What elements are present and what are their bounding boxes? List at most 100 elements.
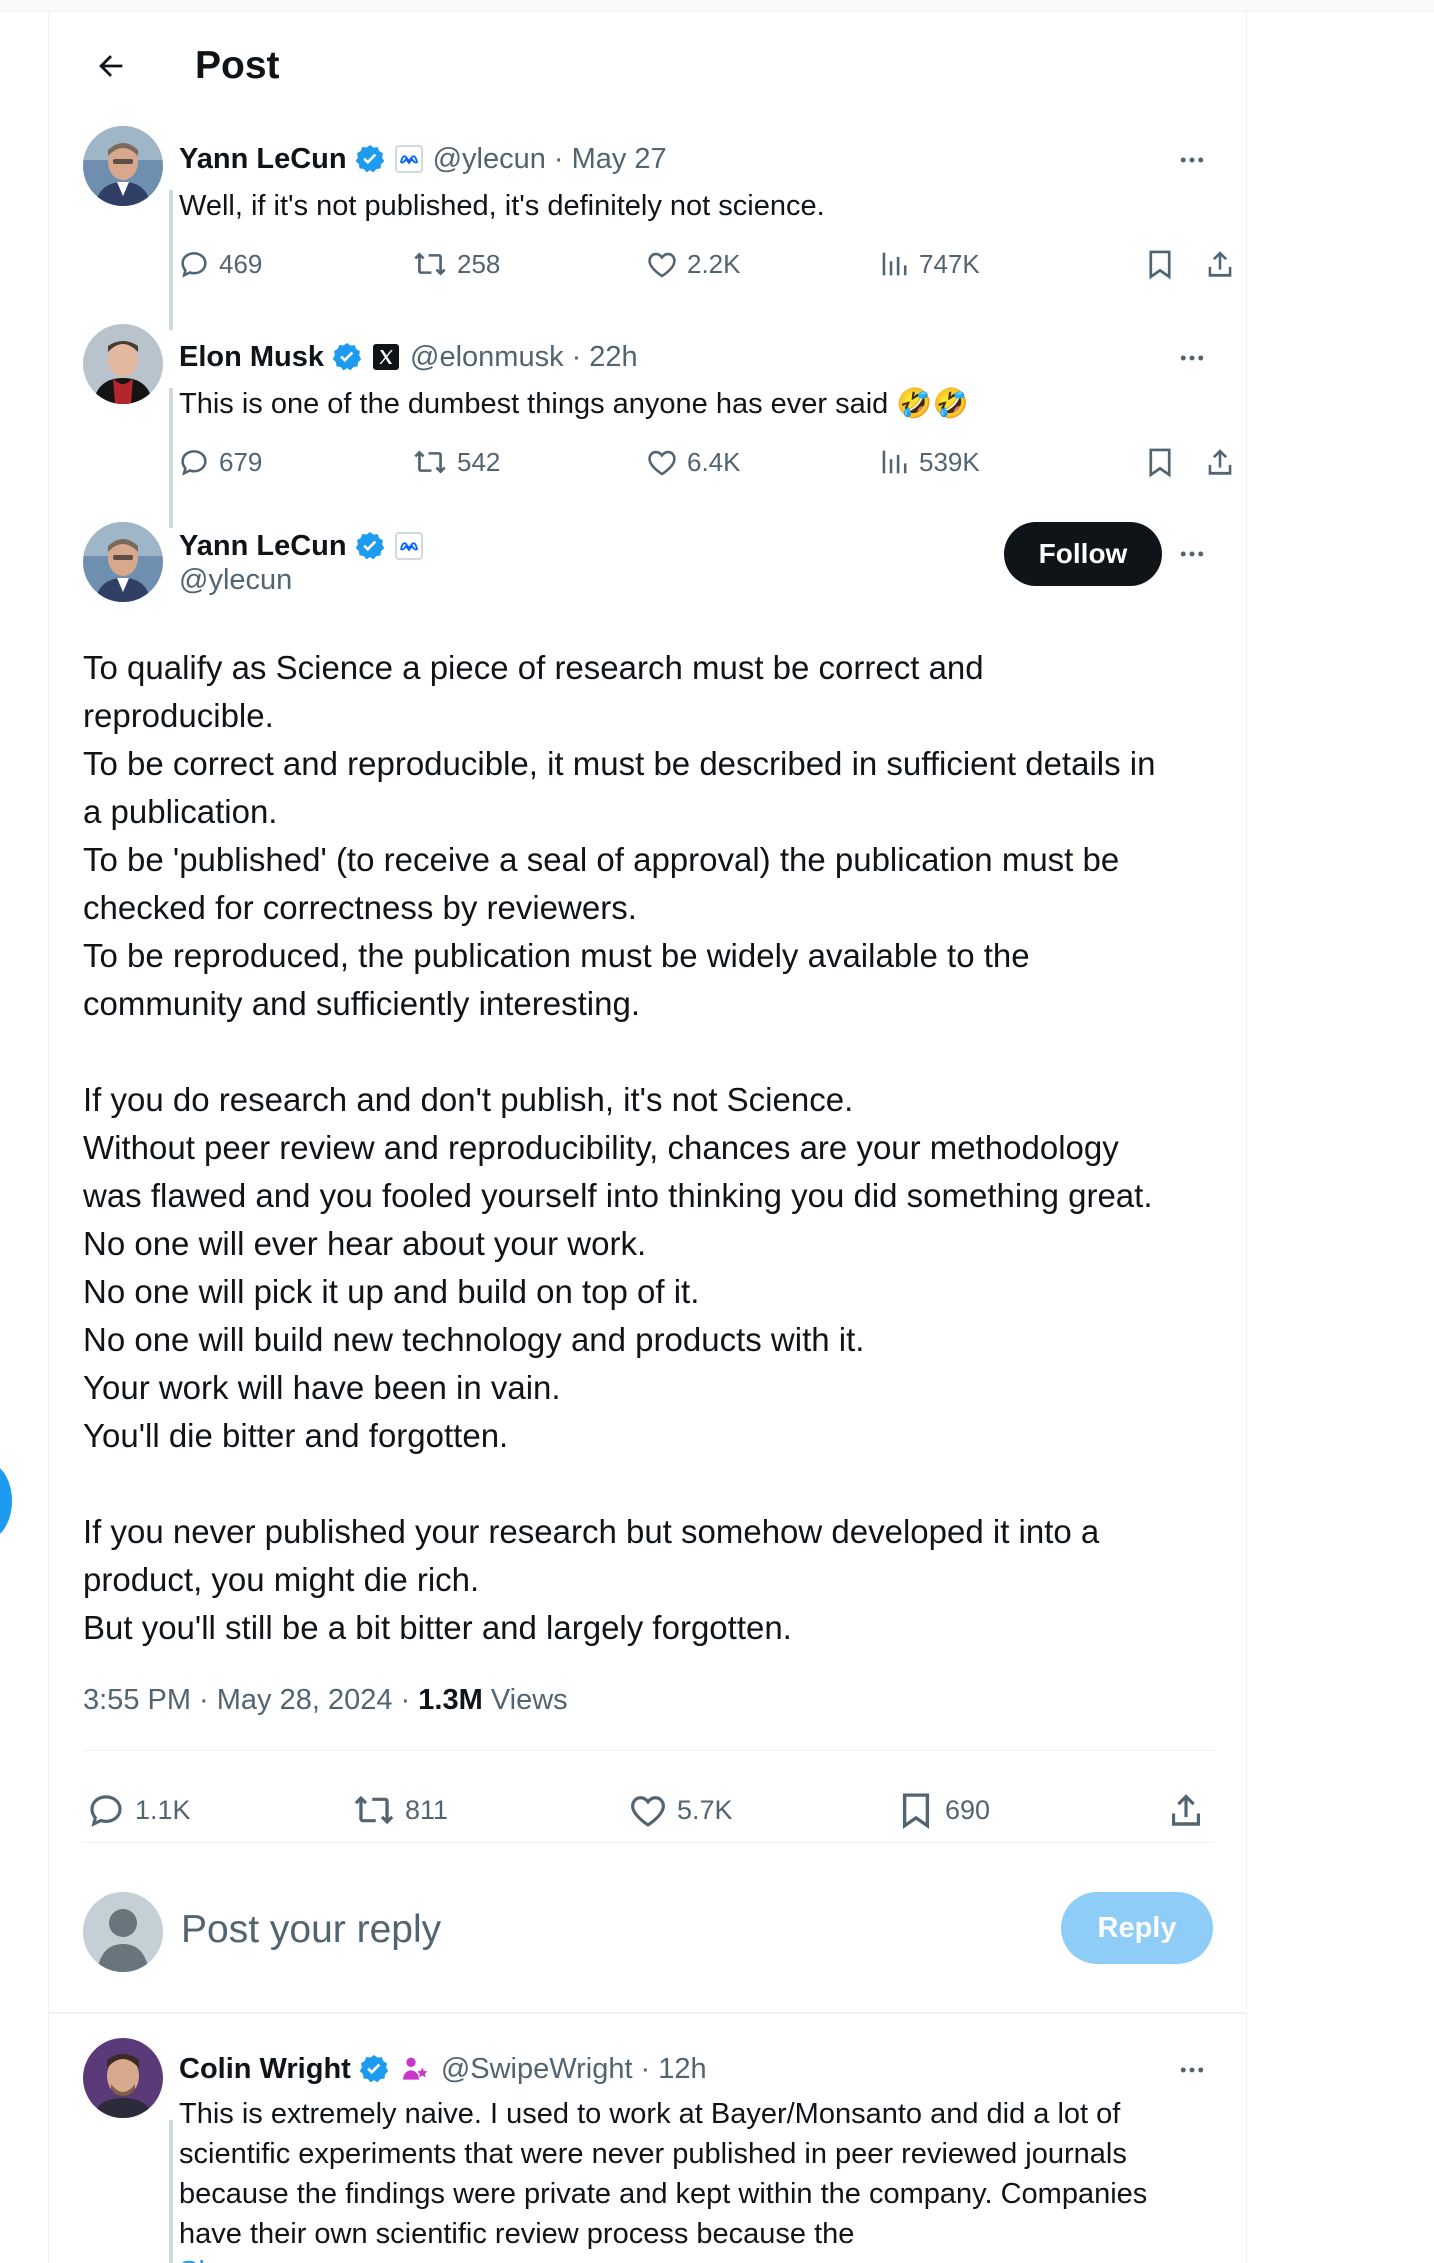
post-timestamp[interactable]: 3:55 PM · May 28, 2024 ·	[83, 1684, 418, 1716]
reply-icon	[177, 247, 211, 281]
share-button[interactable]	[1203, 440, 1237, 484]
repost-button[interactable]: 258	[411, 242, 500, 286]
floating-action-button[interactable]	[0, 1462, 12, 1540]
bookmark-button[interactable]	[1143, 440, 1177, 484]
x-logo-icon[interactable]	[372, 343, 400, 371]
reply-icon	[85, 1789, 127, 1831]
reply-icon	[177, 445, 211, 479]
reply-button[interactable]: 469	[177, 242, 262, 286]
like-count: 6.4K	[687, 446, 741, 477]
views-icon	[877, 247, 911, 281]
reply-button[interactable]: 1.1K	[85, 1782, 191, 1838]
bookmark-icon	[1143, 247, 1177, 281]
thread-connector	[169, 190, 173, 330]
post-line: Without peer review and reproducibility,…	[83, 1129, 1119, 1166]
action-bar: 469 258 2.2K 747K	[177, 242, 1265, 286]
share-button[interactable]	[1203, 242, 1237, 286]
like-button[interactable]: 6.4K	[645, 440, 741, 484]
views-count: 747K	[919, 248, 980, 279]
post-time[interactable]: · 22h	[572, 341, 638, 374]
verified-badge-icon	[331, 341, 363, 373]
repost-button[interactable]: 542	[411, 440, 500, 484]
author-row: Yann LeCun	[179, 526, 423, 566]
post-time[interactable]: · May 27	[554, 143, 667, 176]
like-button[interactable]: 5.7K	[627, 1782, 733, 1838]
like-icon	[645, 445, 679, 479]
bookmark-button[interactable]: 690	[895, 1782, 990, 1838]
repost-count: 811	[405, 1794, 449, 1825]
share-button[interactable]	[1165, 1782, 1207, 1838]
more-button[interactable]	[1170, 138, 1214, 182]
avatar[interactable]	[83, 126, 163, 206]
more-icon	[1180, 551, 1204, 557]
post-line: reproducible.	[83, 697, 274, 734]
post-line: Your work will have been in vain.	[83, 1369, 561, 1406]
post-line: You'll die bitter and forgotten.	[83, 1417, 509, 1454]
reply-line: scientific experiments that were never p…	[179, 2138, 1127, 2170]
post-line: To be 'published' (to receive a seal of …	[83, 841, 1120, 878]
author-name[interactable]: Elon Musk	[179, 341, 324, 374]
avatar[interactable]	[83, 2038, 163, 2118]
action-bar: 679 542 6.4K 539K	[177, 440, 1265, 484]
reply-submit-button[interactable]: Reply	[1061, 1892, 1213, 1964]
show-more-link[interactable]: Show more	[179, 2252, 326, 2263]
post-line: a publication.	[83, 793, 278, 830]
author-row: Colin Wright @SwipeWright · 12h	[179, 2049, 707, 2089]
bookmark-button[interactable]	[1143, 242, 1177, 286]
reply-button[interactable]: 679	[177, 440, 262, 484]
more-icon	[1180, 157, 1204, 163]
post-meta: 3:55 PM · May 28, 2024 · 1.3M Views	[83, 1684, 568, 1717]
repost-count: 542	[457, 446, 501, 477]
reply-input[interactable]	[181, 1900, 741, 1960]
author-handle[interactable]: @elonmusk	[410, 341, 564, 374]
browser-top-strip	[0, 0, 1434, 12]
divider	[83, 1842, 1215, 1843]
repost-button[interactable]: 811	[351, 1782, 448, 1838]
avatar[interactable]	[83, 324, 163, 404]
author-name[interactable]: Yann LeCun	[179, 143, 347, 176]
divider	[83, 1750, 1215, 1751]
like-icon	[627, 1789, 669, 1831]
avatar[interactable]	[83, 522, 163, 602]
views-label: Views	[482, 1684, 568, 1716]
meta-logo-icon[interactable]	[394, 145, 423, 173]
default-avatar-icon	[83, 1892, 163, 1972]
post-line: No one will build new technology and pro…	[83, 1321, 865, 1358]
author-row: Elon Musk @elonmusk · 22h	[179, 337, 638, 377]
bookmark-count: 690	[945, 1794, 991, 1825]
support-badge-icon[interactable]	[399, 2053, 431, 2085]
thread-connector	[169, 388, 173, 528]
post-line	[83, 1460, 1233, 1508]
reply-count: 1.1K	[135, 1794, 191, 1825]
repost-icon	[411, 445, 449, 479]
views-button[interactable]: 747K	[877, 242, 980, 286]
author-name[interactable]: Colin Wright	[179, 2053, 351, 2086]
post-line: If you do research and don't publish, it…	[83, 1081, 854, 1118]
post-line: checked for correctness by reviewers.	[83, 889, 637, 926]
author-name[interactable]: Yann LeCun	[179, 530, 347, 563]
like-count: 5.7K	[677, 1794, 733, 1825]
author-handle[interactable]: @ylecun	[433, 143, 546, 176]
more-button[interactable]	[1170, 336, 1214, 380]
post-line	[83, 1028, 1233, 1076]
more-button[interactable]	[1170, 2048, 1214, 2092]
post-time[interactable]: · 12h	[641, 2053, 707, 2086]
bookmark-icon	[1143, 445, 1177, 479]
views-button[interactable]: 539K	[877, 440, 980, 484]
meta-logo-icon[interactable]	[394, 532, 423, 560]
reply-count: 469	[219, 248, 263, 279]
follow-button[interactable]: Follow	[1004, 522, 1162, 586]
share-icon	[1203, 445, 1237, 479]
views-total: 1.3M	[418, 1684, 483, 1716]
bookmark-icon	[895, 1789, 937, 1831]
like-button[interactable]: 2.2K	[645, 242, 741, 286]
back-arrow-icon	[99, 55, 123, 77]
page-header: Post	[49, 12, 1246, 112]
post-line: No one will pick it up and build on top …	[83, 1273, 700, 1310]
author-handle[interactable]: @ylecun	[179, 564, 292, 597]
author-handle[interactable]: @SwipeWright	[441, 2053, 633, 2086]
more-button[interactable]	[1170, 532, 1214, 576]
reply-line: because the findings were private and ke…	[179, 2178, 1148, 2210]
back-button[interactable]	[83, 38, 139, 94]
main-action-bar: 1.1K 811 5.7K 690	[83, 1782, 1215, 1838]
